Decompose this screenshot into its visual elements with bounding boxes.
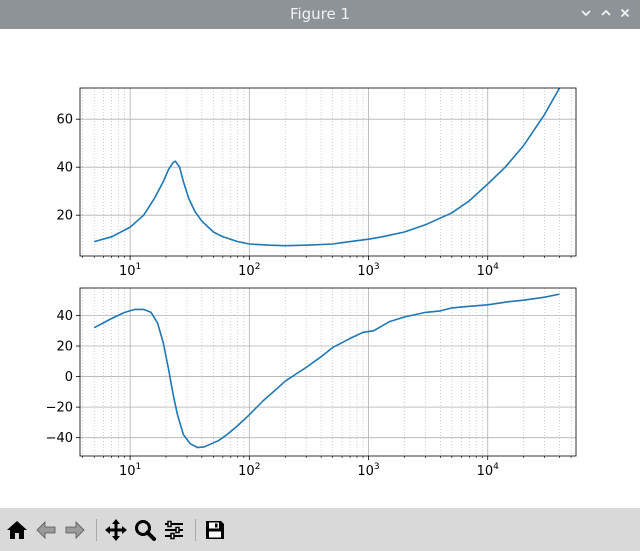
y-tick-label: 40 (56, 161, 73, 176)
y-tick-label: −40 (46, 431, 73, 446)
toolbar-separator (195, 519, 196, 541)
home-button[interactable] (4, 517, 30, 543)
y-tick-label: 60 (56, 113, 73, 128)
zoom-icon (135, 520, 156, 541)
zoom-button[interactable] (132, 517, 158, 543)
axes-frame (79, 87, 577, 257)
x-tick-label: 101 (119, 262, 141, 279)
y-tick-label: 0 (65, 370, 73, 385)
y-tick-label: 20 (56, 340, 73, 355)
x-tick-label: 103 (357, 462, 379, 479)
maximize-icon[interactable] (598, 5, 614, 21)
x-tick-label: 104 (477, 262, 500, 279)
minimize-icon[interactable] (578, 5, 594, 21)
x-tick-label: 104 (477, 462, 500, 479)
figure-canvas[interactable]: 101 102 103 104 20 40 60 101 102 103 104 −40 −20 0 20 4… (0, 29, 640, 508)
y-tick-label: −20 (46, 401, 73, 416)
y-tick-label: 40 (56, 309, 73, 324)
axes-frame (79, 287, 577, 457)
pan-button[interactable] (103, 517, 129, 543)
configure-subplots-button[interactable] (161, 517, 187, 543)
pan-icon (105, 519, 127, 541)
save-button[interactable] (202, 517, 228, 543)
window-title: Figure 1 (289, 5, 351, 23)
forward-icon (65, 521, 85, 539)
y-tick-label: 20 (56, 209, 73, 224)
close-icon[interactable] (617, 5, 633, 21)
series-line (93, 293, 560, 449)
configure-subplots-icon (165, 520, 183, 540)
home-icon (7, 521, 27, 539)
x-tick-label: 101 (119, 462, 141, 479)
navigation-toolbar (0, 508, 640, 551)
x-tick-label: 102 (238, 462, 260, 479)
back-icon (36, 521, 56, 539)
save-icon (206, 521, 224, 539)
title-bar[interactable]: Figure 1 (0, 0, 640, 29)
back-button[interactable] (33, 517, 59, 543)
figure-plot-area: 101 102 103 104 20 40 60 101 102 103 104 −40 −20 0 20 4… (46, 87, 577, 479)
x-tick-label: 103 (357, 262, 379, 279)
x-tick-label: 102 (238, 262, 260, 279)
forward-button[interactable] (62, 517, 88, 543)
toolbar-separator (96, 519, 97, 541)
